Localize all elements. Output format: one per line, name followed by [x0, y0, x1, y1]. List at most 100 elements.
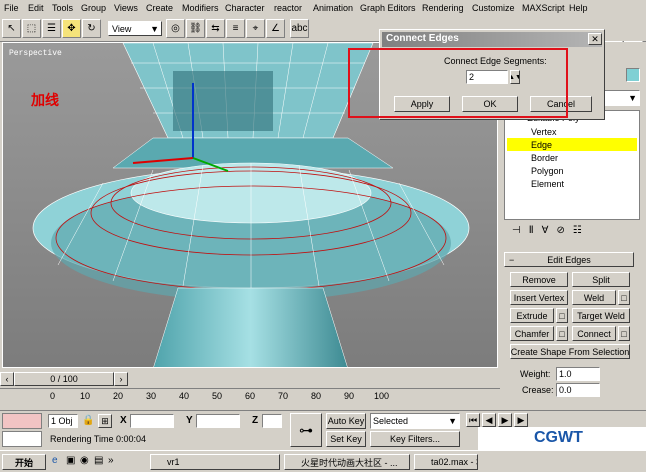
select-icon[interactable]: ↖ — [2, 19, 21, 38]
menu-rendering[interactable]: Rendering — [422, 3, 464, 13]
key-filters-button[interactable]: Key Filters... — [370, 431, 460, 447]
configure-icon[interactable]: ☷ — [573, 225, 582, 236]
menu-reactor[interactable]: reactor — [274, 3, 302, 13]
maxscript-output[interactable] — [2, 431, 42, 447]
next-key-icon[interactable]: ▶ — [514, 413, 528, 427]
menu-graph-editors[interactable]: Graph Editors — [360, 3, 416, 13]
tick-label: 40 — [179, 391, 190, 401]
lock-icon[interactable]: 🔒 — [82, 415, 94, 426]
weld-button[interactable]: Weld — [572, 290, 616, 305]
y-coordinate-field[interactable] — [196, 414, 240, 428]
coordinate-system-select[interactable]: View ▼ — [108, 21, 162, 36]
menu-maxscript[interactable]: MAXScript — [522, 3, 565, 13]
close-icon[interactable]: ✕ — [588, 33, 602, 45]
absolute-mode-icon[interactable]: ⊞ — [98, 414, 112, 428]
align-icon[interactable]: ≡ — [226, 19, 245, 38]
crease-field[interactable]: 0.0 — [556, 383, 600, 397]
menu-tools[interactable]: Tools — [52, 3, 73, 13]
stack-item-vertex[interactable]: Vertex — [531, 127, 557, 137]
task-3dsmax[interactable]: ta02.max - 3ds max 6 — [414, 454, 478, 470]
move-icon[interactable]: ✥ — [62, 19, 81, 38]
prev-key-icon[interactable]: ◀ — [482, 413, 496, 427]
remove-modifier-icon[interactable]: ⊘ — [556, 225, 564, 236]
modifier-stack: Editable Poly Vertex Edge Border Polygon… — [504, 110, 640, 220]
track-bar[interactable]: 0 10 20 30 40 50 60 70 80 90 100 — [0, 388, 500, 408]
menu-modifiers[interactable]: Modifiers — [182, 3, 219, 13]
x-coordinate-field[interactable] — [130, 414, 174, 428]
extrude-settings-button[interactable]: □ — [556, 308, 568, 323]
show-end-result-icon[interactable]: Ⅱ — [529, 225, 534, 236]
media-icon[interactable]: ◉ — [80, 455, 89, 466]
stack-item-polygon[interactable]: Polygon — [531, 166, 564, 176]
named-selection-icon[interactable]: abc — [290, 19, 309, 38]
go-to-start-icon[interactable]: ⏮ — [466, 413, 480, 427]
menu-animation[interactable]: Animation — [313, 3, 353, 13]
stack-item-element[interactable]: Element — [531, 179, 564, 189]
stack-item-border[interactable]: Border — [531, 153, 558, 163]
chevron-down-icon: ▼ — [628, 93, 637, 103]
menu-views[interactable]: Views — [114, 3, 138, 13]
stack-item-edge[interactable]: Edge — [531, 140, 552, 150]
task-browser[interactable]: 火星时代动画大社区 - ... — [284, 454, 410, 470]
windows-taskbar: 开始 e ▣ ◉ ▤ » vr1 火星时代动画大社区 - ... ta02.ma… — [0, 450, 646, 472]
task-vr1[interactable]: vr1 — [150, 454, 280, 470]
menu-customize[interactable]: Customize — [472, 3, 515, 13]
tick-label: 80 — [311, 391, 322, 401]
target-weld-button[interactable]: Target Weld — [572, 308, 630, 323]
weight-field[interactable]: 1.0 — [556, 367, 600, 381]
pin-stack-icon[interactable]: ⊣ — [512, 225, 521, 236]
chamfer-settings-button[interactable]: □ — [556, 326, 568, 341]
remove-button[interactable]: Remove — [510, 272, 568, 287]
tick-label: 10 — [80, 391, 91, 401]
menu-character[interactable]: Character — [225, 3, 265, 13]
menu-group[interactable]: Group — [81, 3, 106, 13]
tick-label: 60 — [245, 391, 256, 401]
auto-key-button[interactable]: Auto Key — [326, 413, 366, 429]
angle-snap-icon[interactable]: ∠ — [266, 19, 285, 38]
object-color-swatch[interactable] — [626, 68, 640, 82]
start-button[interactable]: 开始 — [2, 454, 46, 470]
connect-button[interactable]: Connect — [572, 326, 616, 341]
connect-settings-button[interactable]: □ — [618, 326, 630, 341]
select-region-icon[interactable]: ⬚ — [22, 19, 41, 38]
selection-count: 1 Obj — [48, 414, 78, 428]
key-selection-select[interactable]: Selected ▼ — [370, 413, 460, 429]
watermark-logo: CGWT — [478, 427, 646, 451]
chamfer-button[interactable]: Chamfer — [510, 326, 554, 341]
mirror-icon[interactable]: ⇆ — [206, 19, 225, 38]
rotate-icon[interactable]: ↻ — [82, 19, 101, 38]
pivot-icon[interactable]: ◎ — [166, 19, 185, 38]
set-key-button[interactable]: Set Key — [326, 431, 366, 447]
menu-edit[interactable]: Edit — [28, 3, 44, 13]
select-by-name-icon[interactable]: ☰ — [42, 19, 61, 38]
desktop-icon[interactable]: ▣ — [66, 455, 75, 466]
split-button[interactable]: Split — [572, 272, 630, 287]
insert-vertex-button[interactable]: Insert Vertex — [510, 290, 568, 305]
apps-icon[interactable]: » — [108, 455, 114, 466]
explorer-icon[interactable]: ▤ — [94, 455, 103, 466]
edit-edges-rollout-header[interactable]: − Edit Edges — [504, 252, 634, 267]
time-slider[interactable]: 0 / 100 — [14, 372, 114, 386]
selected-row-highlight — [507, 138, 637, 151]
menu-file[interactable]: File — [4, 3, 19, 13]
link-icon[interactable]: ⛓ — [186, 19, 205, 38]
prev-frame-icon[interactable]: ‹ — [0, 372, 14, 386]
maxscript-listener[interactable] — [2, 413, 42, 429]
snap-icon[interactable]: ⌖ — [246, 19, 265, 38]
ie-icon[interactable]: e — [52, 455, 58, 466]
z-coordinate-field[interactable] — [262, 414, 282, 428]
create-shape-button[interactable]: Create Shape From Selection — [510, 344, 630, 359]
status-bar: 1 Obj 🔒 ⊞ X Y Z Rendering Time 0:00:04 ⊶… — [0, 410, 646, 451]
prompt-line: Rendering Time 0:00:04 — [48, 432, 284, 446]
make-unique-icon[interactable]: ∀ — [542, 225, 549, 236]
menu-create[interactable]: Create — [146, 3, 173, 13]
key-icon[interactable]: ⊶ — [290, 413, 322, 447]
crease-label: Crease: — [522, 385, 554, 395]
tick-label: 0 — [50, 391, 56, 401]
extrude-button[interactable]: Extrude — [510, 308, 554, 323]
weld-settings-button[interactable]: □ — [618, 290, 630, 305]
next-frame-icon[interactable]: › — [114, 372, 128, 386]
menu-help[interactable]: Help — [569, 3, 588, 13]
play-icon[interactable]: ▶ — [498, 413, 512, 427]
tick-label: 20 — [113, 391, 124, 401]
